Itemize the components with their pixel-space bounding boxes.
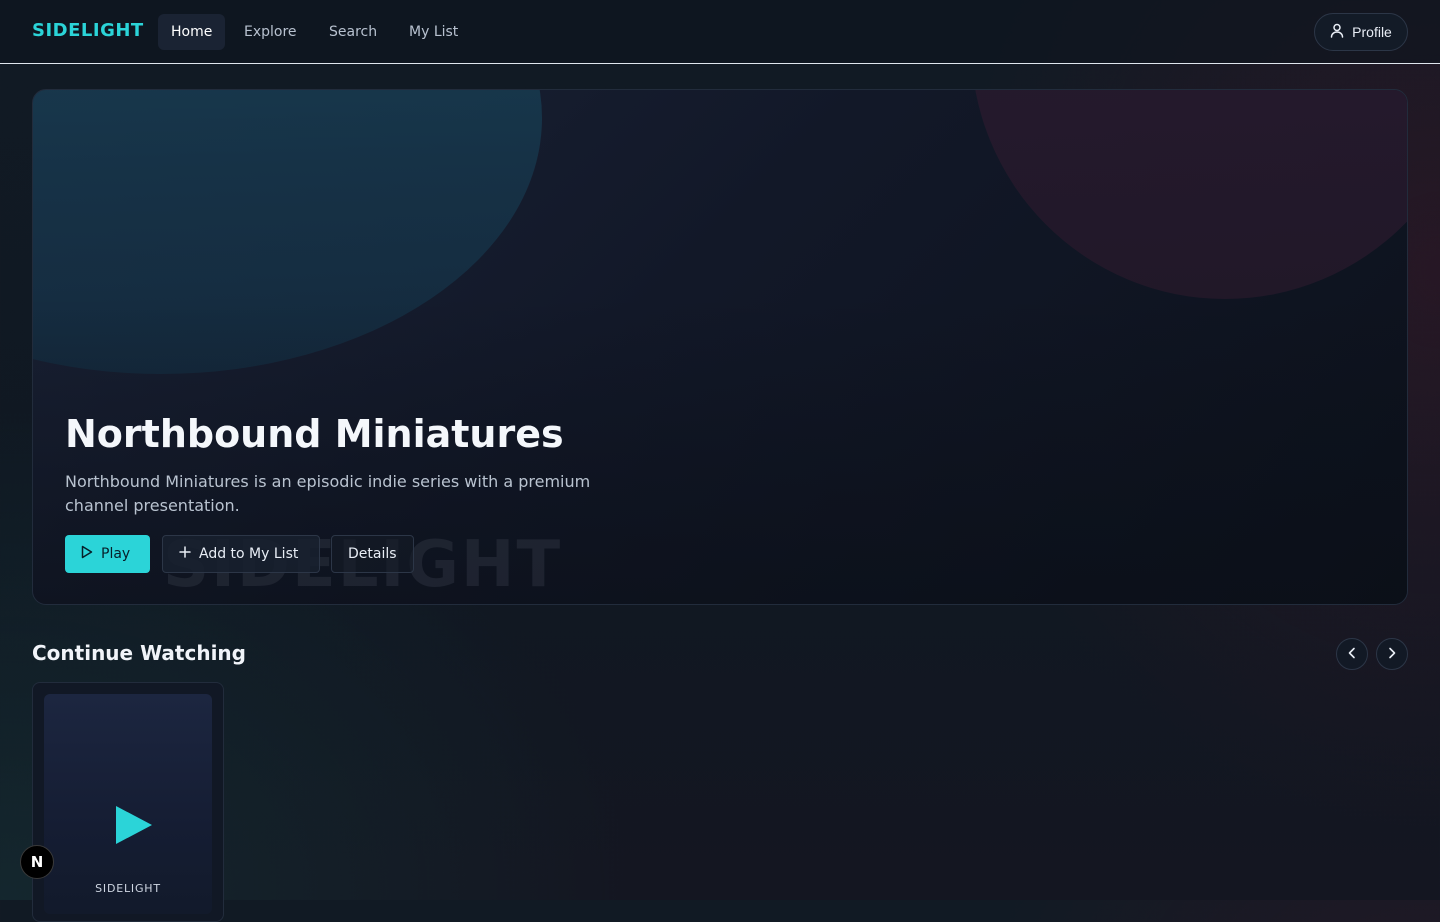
play-icon (116, 806, 152, 844)
carousel-next-button[interactable] (1376, 638, 1408, 670)
continue-watching-title: Continue Watching (32, 641, 246, 665)
play-icon (81, 545, 93, 563)
play-button[interactable]: Play (65, 535, 150, 573)
plus-icon (179, 546, 191, 562)
nav-link-home[interactable]: Home (158, 14, 226, 50)
nav-link-search[interactable]: Search (316, 14, 390, 50)
continue-watching-card[interactable]: SIDELIGHT (32, 682, 224, 922)
carousel-prev-button[interactable] (1336, 638, 1368, 670)
hero-shade (33, 90, 1407, 604)
dev-tools-badge[interactable]: N (20, 845, 54, 879)
chevron-right-icon (1387, 647, 1397, 662)
nav-link-explore[interactable]: Explore (231, 14, 310, 50)
chevron-left-icon (1347, 647, 1357, 662)
card-label: SIDELIGHT (95, 882, 161, 895)
hero-title: Northbound Miniatures (65, 412, 564, 456)
brand-logo[interactable]: SIDELIGHT (32, 20, 144, 41)
top-nav: SIDELIGHT Home Explore Search My List Pr… (0, 0, 1440, 64)
play-label: Play (101, 546, 131, 562)
add-to-my-list-label: Add to My List (199, 546, 299, 562)
profile-label: Profile (1352, 24, 1392, 40)
profile-button[interactable]: Profile (1314, 13, 1408, 51)
card-thumbnail[interactable]: SIDELIGHT (44, 694, 212, 914)
hero-description: Northbound Miniatures is an episodic ind… (65, 472, 591, 515)
nav-link-my-list[interactable]: My List (396, 14, 471, 50)
add-to-my-list-button[interactable]: Add to My List (162, 535, 320, 573)
user-icon (1330, 23, 1344, 41)
hero-banner: SIDELIGHT Northbound Miniatures Northbou… (32, 89, 1408, 605)
details-button[interactable]: Details (331, 535, 414, 573)
